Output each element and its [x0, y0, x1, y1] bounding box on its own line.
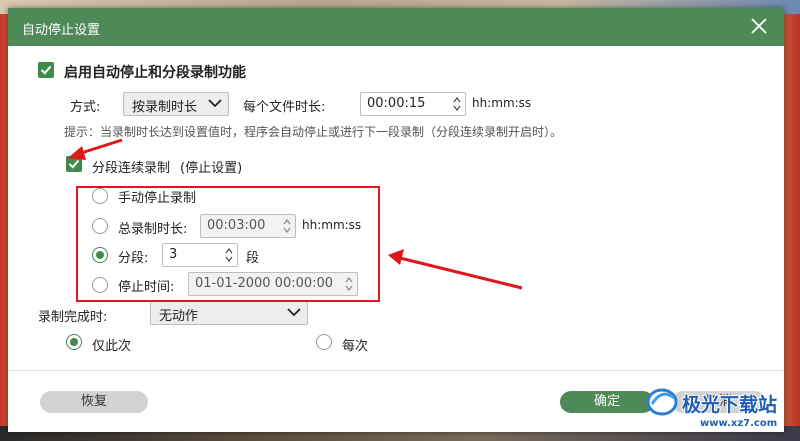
annotation-arrow-left — [68, 138, 123, 160]
annotation-arrows — [68, 138, 523, 290]
watermark-text: 极光下载站 — [681, 393, 778, 417]
watermark-url: www.xz7.com — [700, 418, 778, 429]
annotation-arrow-right — [388, 249, 523, 290]
